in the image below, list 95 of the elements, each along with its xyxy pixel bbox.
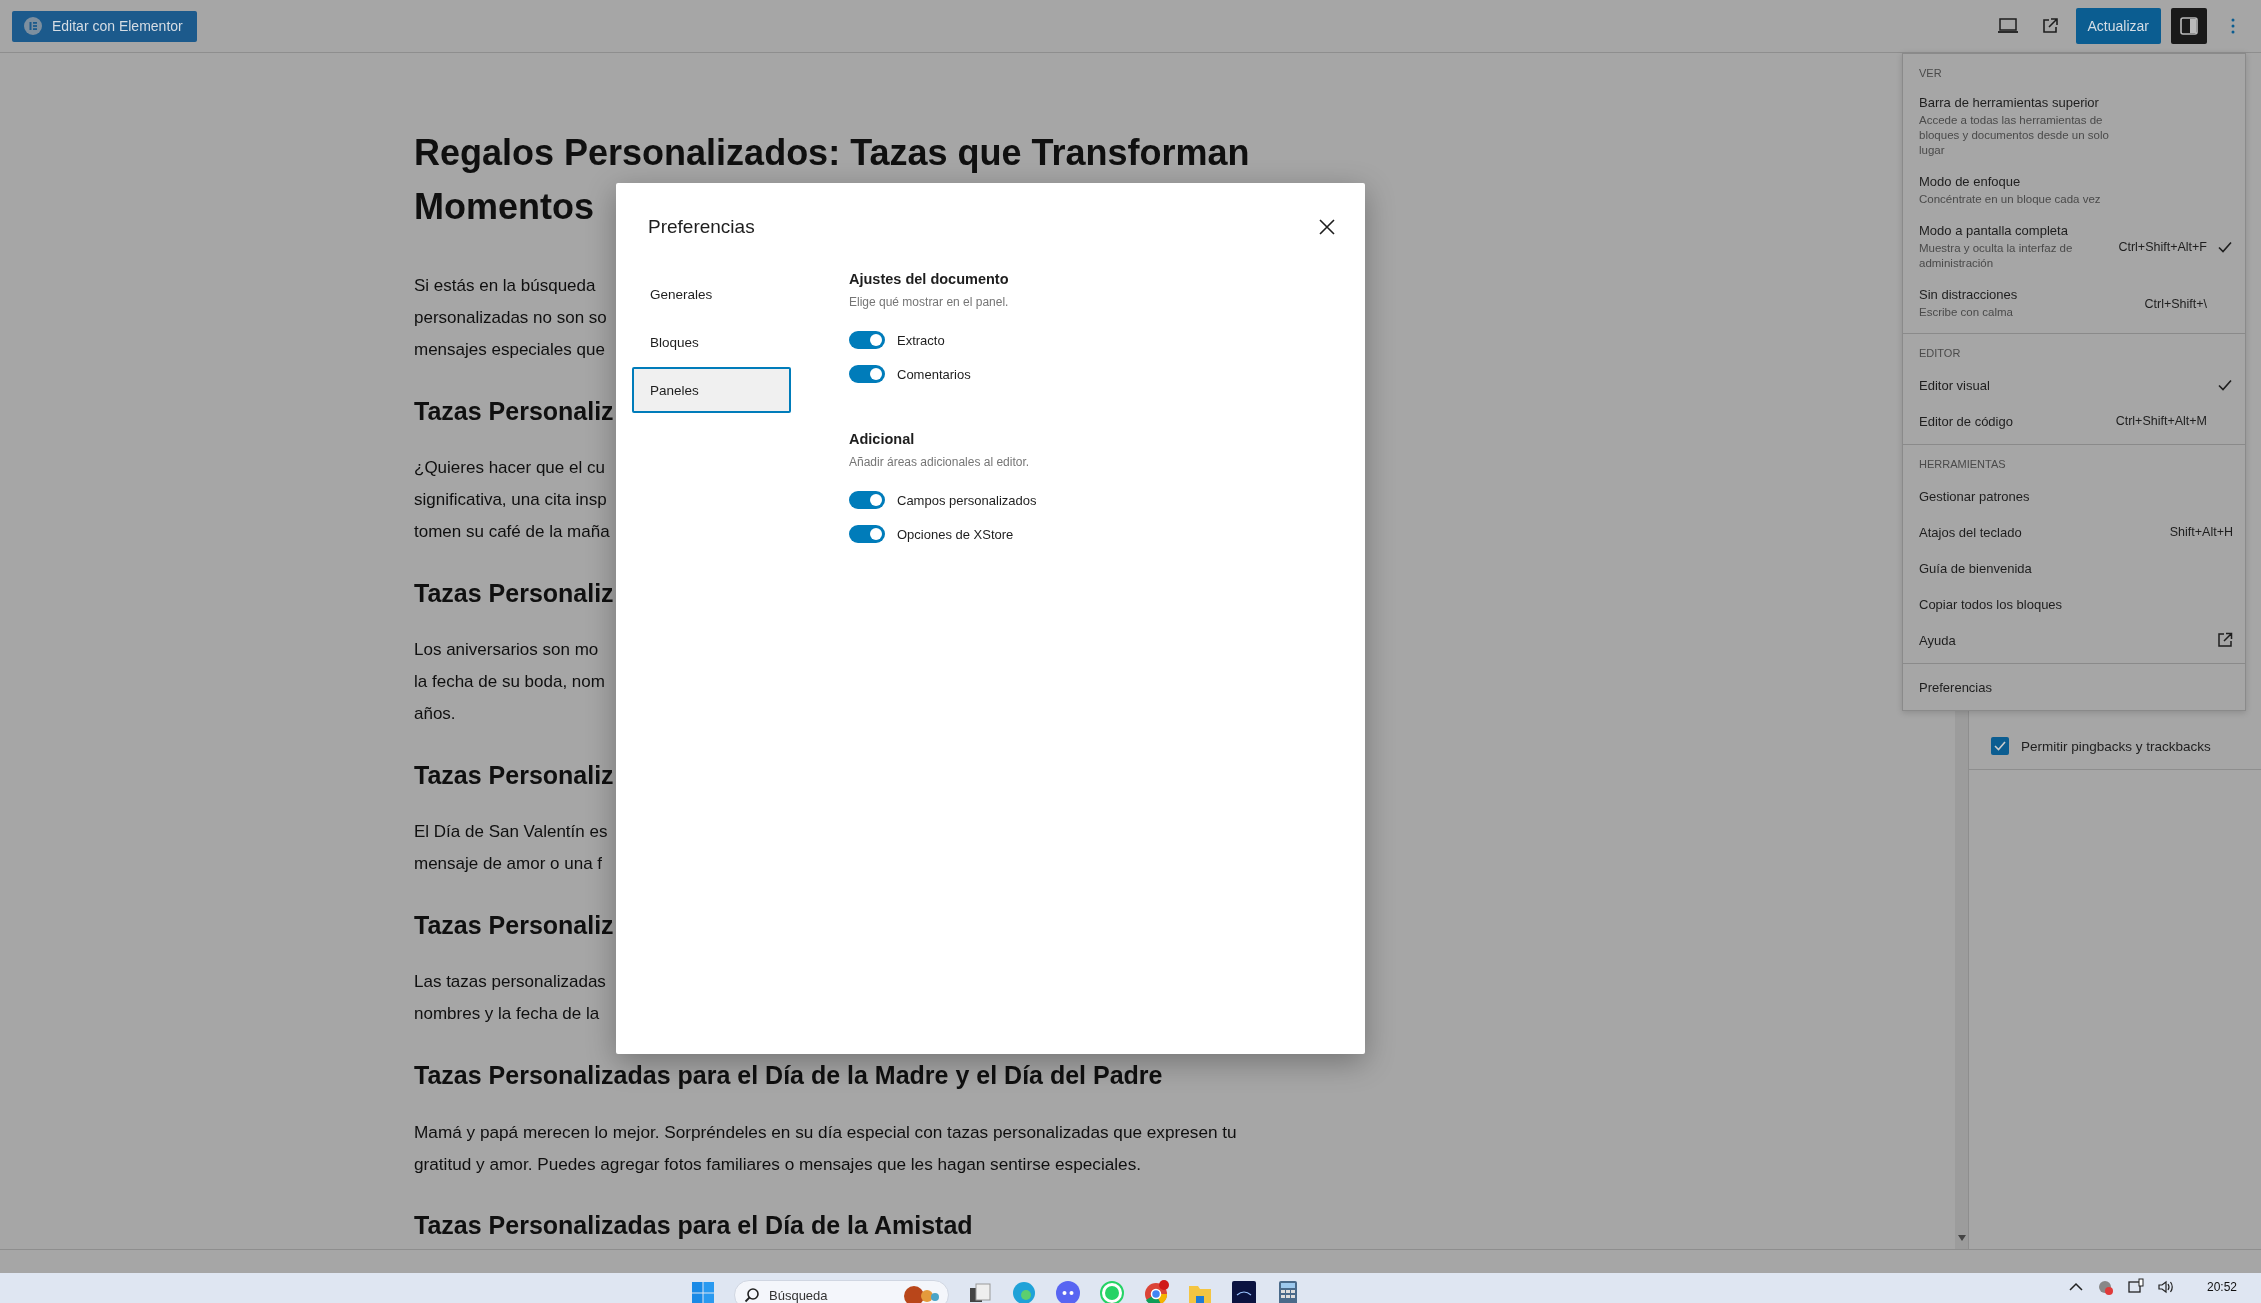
speaker-icon[interactable] <box>2156 1278 2175 1296</box>
start-icon[interactable] <box>690 1280 716 1303</box>
search-field[interactable]: Búsqueda <box>734 1280 949 1303</box>
paragraph-text: personalizadas no son so <box>414 307 607 329</box>
check-icon <box>2217 377 2233 393</box>
menu-item-label: Barra de herramientas superior <box>1919 95 2100 110</box>
section-heading: Tazas Personaliz <box>414 910 614 941</box>
preferences-tab[interactable]: Paneles <box>632 367 791 413</box>
menu-section-heading: EDITOR <box>1918 346 1962 361</box>
keyboard-shortcut: Ctrl+Shift+Alt+F <box>2118 240 2207 254</box>
checkbox-label: Permitir pingbacks y trackbacks <box>2021 738 2211 754</box>
update-button[interactable]: Actualizar <box>2075 8 2161 44</box>
search-icon <box>744 1287 760 1303</box>
toggle-label: Extracto <box>897 332 945 348</box>
paragraph-text: Las tazas personalizadas <box>414 971 606 993</box>
menu-item-description: Escribe con calma <box>1919 305 2014 320</box>
settings-panel-button[interactable] <box>2171 8 2207 44</box>
menu-item-label: Modo a pantalla completa <box>1919 223 2069 238</box>
menu-item-description: Muestra y oculta la interfaz de administración <box>1919 241 2074 271</box>
chat-icon[interactable] <box>1055 1280 1081 1303</box>
post-title-text: Momentos <box>414 185 594 229</box>
menu-item-label: Preferencias <box>1919 679 1993 695</box>
menu-section-heading: VER <box>1918 66 1943 81</box>
toggle-switch[interactable] <box>849 525 885 543</box>
paragraph-text: mensaje de amor o una f <box>414 853 603 875</box>
toggle-switch[interactable] <box>849 331 885 349</box>
toggle-switch[interactable] <box>849 491 885 509</box>
clock-time: 20:52 <box>2206 1280 2237 1294</box>
section-heading: Tazas Personaliz <box>414 396 614 427</box>
menu-item-label: Gestionar patrones <box>1919 488 2031 504</box>
section-heading: Tazas Personaliz <box>414 578 614 609</box>
section-heading: Tazas Personalizadas para el Día de la Amistad <box>414 1210 973 1241</box>
menu-item[interactable]: Barra de herramientas superior Accede a todas las herramientas de bloques y documentos desde un solo lugar <box>1903 87 2245 166</box>
menu-item-label: Ayuda <box>1919 632 1957 648</box>
menu-item[interactable]: Modo de enfoque Concéntrate en un bloque cada vez <box>1903 166 2245 215</box>
edit-with-elementor-button[interactable]: Editar con Elementor <box>12 10 197 42</box>
menu-item[interactable]: Preferencias <box>1903 669 2245 705</box>
elementor-logo-icon <box>24 17 42 35</box>
menu-item-label: Editor de código <box>1919 413 2014 429</box>
keyboard-shortcut: Ctrl+Shift+\ <box>2144 296 2207 311</box>
section-description: Elige qué mostrar en el panel. <box>849 295 1010 309</box>
paragraph-text: años. <box>414 703 456 725</box>
toggle-label: Comentarios <box>897 366 971 382</box>
menu-item-label: Guía de bienvenida <box>1919 560 2033 576</box>
menu-item[interactable]: Sin distracciones Escribe con calma Ctrl+Shift+\ <box>1903 279 2245 328</box>
external-link-icon <box>2217 632 2233 648</box>
menu-item-description: Concéntrate en un bloque cada vez <box>1919 192 2102 207</box>
section-description: Añadir áreas adicionales al editor. <box>849 455 1031 469</box>
menu-item-label: Atajos del teclado <box>1919 524 2023 540</box>
chrome-icon[interactable] <box>1143 1280 1169 1303</box>
section-heading: Tazas Personaliz <box>414 760 614 791</box>
preferences-tab[interactable]: Generales <box>632 271 822 317</box>
keyboard-shortcut: Shift+Alt+H <box>2169 525 2233 539</box>
menu-item-label: Editor visual <box>1919 377 1991 393</box>
menu-item[interactable]: Ayuda <box>1903 622 2245 658</box>
toggle-label: Campos personalizados <box>897 492 1037 508</box>
paragraph-text: mensajes especiales que <box>414 339 605 361</box>
paragraph-text: Si estás en la búsqueda <box>414 275 596 297</box>
task-view-icon[interactable] <box>967 1280 993 1303</box>
paragraph-text: nombres y la fecha de la <box>414 1003 600 1025</box>
menu-item-description: Accede a todas las herramientas de bloques y documentos desde un solo lugar <box>1919 113 2109 158</box>
close-icon <box>1318 218 1336 236</box>
check-icon <box>2217 239 2233 255</box>
menu-item[interactable]: Gestionar patrones <box>1903 478 2245 514</box>
menu-item[interactable]: Copiar todos los bloques <box>1903 586 2245 622</box>
section-title: Adicional <box>849 431 916 447</box>
menu-item[interactable]: Modo a pantalla completa Muestra y oculta la interfaz de administración Ctrl+Shift+Alt+F <box>1903 215 2245 279</box>
section-title: Ajustes del documento <box>849 271 1010 287</box>
paragraph-text: tomen su café de la maña <box>414 521 610 543</box>
post-title-text: Regalos Personalizados: Tazas que Transforman <box>414 131 1250 175</box>
paragraph-text: la fecha de su boda, nom <box>414 671 605 693</box>
paragraph-text: El Día de San Valentín es <box>414 821 608 843</box>
paragraph-text: ¿Quieres hacer que el cu <box>414 457 605 479</box>
menu-item[interactable]: Atajos del teclado Shift+Alt+H <box>1903 514 2245 550</box>
network-icon[interactable] <box>2126 1278 2145 1296</box>
preferences-tab[interactable]: Bloques <box>632 319 822 365</box>
toggle-switch[interactable] <box>849 365 885 383</box>
paragraph-text: Mamá y papá merecen lo mejor. Sorpréndeles en su día especial con tazas personalizadas que expresen tu gratitud y amor. Puedes agregar fotos familiares o mensajes que les hagan sentirse especiales. <box>414 1121 1238 1176</box>
checkbox[interactable] <box>1991 737 2009 755</box>
menu-section-heading: HERRAMIENTAS <box>1918 457 2007 472</box>
paragraph-text: significativa, una cita insp <box>414 489 607 511</box>
section-heading: Tazas Personalizadas para el Día de la Madre y el Día del Padre <box>414 1060 1163 1091</box>
menu-item[interactable]: Editor de código Ctrl+Shift+Alt+M <box>1903 403 2245 439</box>
browser-icon[interactable] <box>1011 1280 1037 1303</box>
keyboard-shortcut: Ctrl+Shift+Alt+M <box>2115 414 2207 428</box>
menu-item[interactable]: Editor visual <box>1903 367 2245 403</box>
sidebar-panel-icon <box>2179 16 2199 36</box>
menu-item-label: Copiar todos los bloques <box>1919 596 2064 612</box>
toggle-label: Opciones de XStore <box>897 526 1014 542</box>
planets-icon <box>901 1284 941 1303</box>
dialog-title: Preferencias <box>648 216 755 238</box>
paragraph-text: Los aniversarios son mo <box>414 639 599 661</box>
menu-item-label: Sin distracciones <box>1919 287 2019 302</box>
menu-item-label: Modo de enfoque <box>1919 174 2022 189</box>
menu-item[interactable]: Guía de bienvenida <box>1903 550 2245 586</box>
